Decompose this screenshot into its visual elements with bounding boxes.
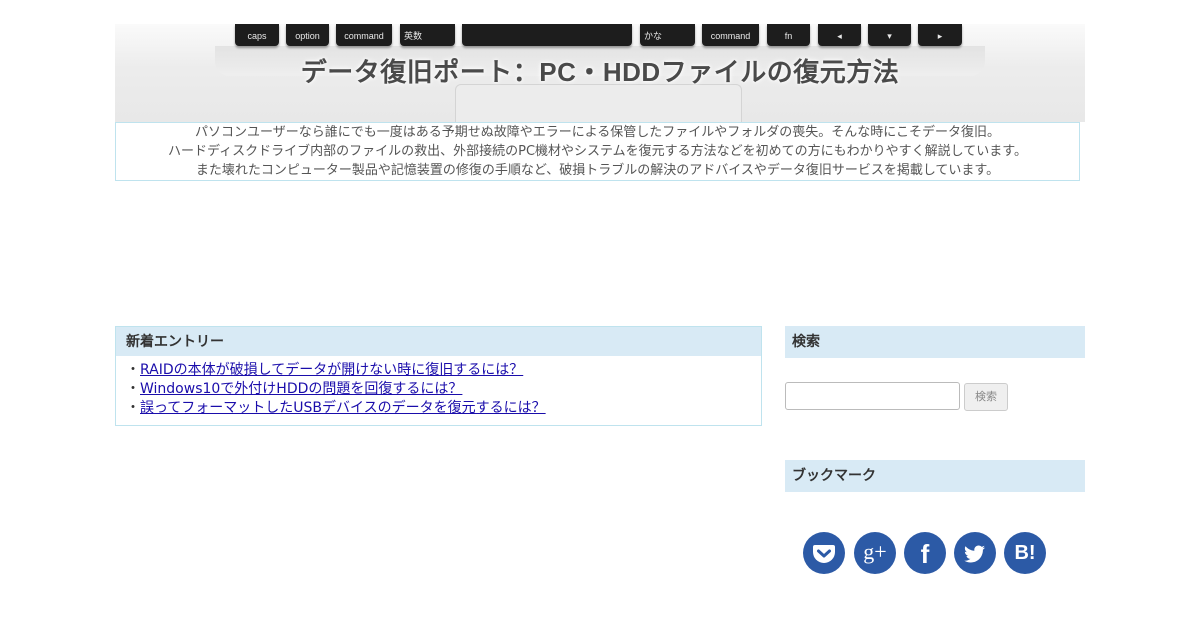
key-caps: caps [235,24,279,46]
bullet: ・ [126,400,140,416]
search-heading: 検索 [785,326,1085,358]
header-banner: caps option command 英数 かな command fn ◂ ▾… [115,24,1085,122]
list-item: ・Windows10で外付けHDDの問題を回復するには？ [126,380,761,399]
site-description: パソコンユーザーなら誰にでも一度はある予期せぬ故障やエラーによる保管したファイル… [115,122,1080,181]
list-item: ・RAIDの本体が破損してデータが開けない時に復旧するには？ [126,361,761,380]
list-item: ・誤ってフォーマットしたUSBデバイスのデータを復元するには？ [126,399,761,418]
description-line: また壊れたコンピューター製品や記憶装置の修復の手順など、破損トラブルの解決のアド… [195,163,1000,178]
search-input[interactable] [785,382,960,410]
key-command-left: command [336,24,392,46]
entry-link[interactable]: 誤ってフォーマットしたUSBデバイスのデータを復元するには？ [140,400,546,416]
twitter-bird-graphic [964,545,985,563]
bullet: ・ [126,362,140,378]
trackpad-image [455,84,742,122]
google-plus-glyph: g+ [863,539,887,564]
description-line: ハードディスクドライブ内部のファイルの救出、外部接続のPC機材やシステムを復元す… [168,144,1027,159]
key-arrow-right: ▸ [918,24,962,46]
search-button[interactable]: 検索 [964,383,1008,411]
key-kana: かな [640,24,695,46]
site-title[interactable]: データ復旧ポート：PC・HDDファイルの復元方法 [115,52,1085,89]
hatena-glyph: B! [1014,542,1036,564]
key-space [462,24,632,46]
key-fn: fn [767,24,810,46]
pocket-icon[interactable] [803,532,845,574]
key-command-right: command [702,24,759,46]
entry-link[interactable]: Windows10で外付けHDDの問題を回復するには？ [140,381,462,397]
pocket-icon-graphic [813,545,835,563]
entry-list: ・RAIDの本体が破損してデータが開けない時に復旧するには？ ・Windows1… [116,356,761,418]
new-entries-heading: 新着エントリー [116,327,761,356]
key-option: option [286,24,329,46]
entry-link[interactable]: RAIDの本体が破損してデータが開けない時に復旧するには？ [140,362,523,378]
key-arrow-down: ▾ [868,24,911,46]
facebook-icon[interactable]: f [904,532,946,574]
description-line: パソコンユーザーなら誰にでも一度はある予期せぬ故障やエラーによる保管したファイル… [194,125,1001,140]
twitter-icon[interactable] [954,532,996,574]
google-plus-icon[interactable]: g+ [854,532,896,574]
bullet: ・ [126,381,140,397]
key-arrow-left: ◂ [818,24,861,46]
key-eisu: 英数 [400,24,455,46]
hatena-bookmark-icon[interactable]: B! [1004,532,1046,574]
new-entries-panel: 新着エントリー ・RAIDの本体が破損してデータが開けない時に復旧するには？ ・… [115,326,762,426]
bookmark-heading: ブックマーク [785,460,1085,492]
facebook-glyph: f [920,539,930,569]
